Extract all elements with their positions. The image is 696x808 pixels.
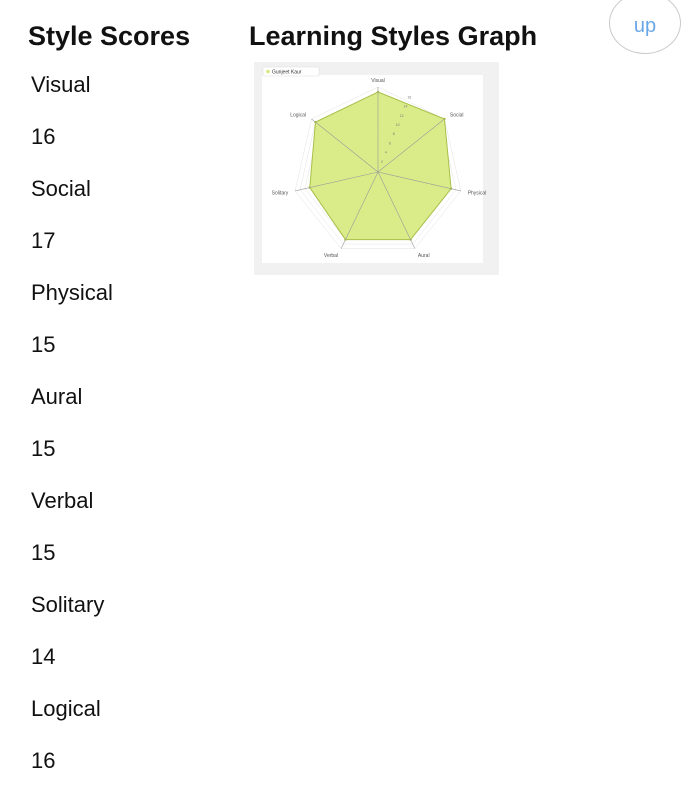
radial-tick-label: 12 [400, 114, 404, 118]
score-value-physical: 15 [31, 332, 56, 357]
legend-swatch [266, 69, 270, 74]
learning-styles-graph-panel: Learning Styles Graph [249, 20, 537, 52]
radial-tick-label: 6 [389, 141, 391, 145]
category-label: Physical [468, 190, 487, 196]
radar-chart: 2 4 6 8 10 12 14 16 Visual Social Physical Aural Ve… [262, 66, 487, 263]
radial-tick-label: 4 [385, 151, 387, 155]
score-value-verbal: 15 [31, 540, 56, 565]
score-value-visual: 16 [31, 124, 56, 149]
score-label-solitary: Solitary [31, 592, 105, 617]
style-scores-heading: Style Scores [28, 21, 191, 51]
score-value-social: 17 [31, 228, 56, 253]
category-label: Verbal [324, 253, 338, 259]
up-button[interactable]: up [609, 0, 681, 54]
category-label: Visual [371, 78, 385, 84]
style-scores-panel: Style Scores Visual 16 Social 17 Physica… [28, 20, 228, 798]
category-label: Social [450, 113, 464, 119]
radial-tick-label: 16 [407, 95, 411, 99]
score-item: Solitary 14 [28, 590, 228, 694]
score-label-aural: Aural [31, 384, 83, 409]
learning-styles-graph-heading: Learning Styles Graph [249, 21, 538, 51]
score-value-aural: 15 [31, 436, 56, 461]
score-item: Logical 16 [28, 694, 228, 798]
score-label-physical: Physical [31, 280, 113, 305]
score-value-solitary: 14 [31, 644, 56, 669]
score-item: Aural 15 [28, 382, 228, 486]
category-label: Logical [290, 113, 306, 119]
score-item: Verbal 15 [28, 486, 228, 590]
score-item: Physical 15 [28, 278, 228, 382]
score-label-logical: Logical [31, 696, 101, 721]
radial-tick-label: 10 [396, 123, 400, 127]
radial-tick-label: 14 [404, 105, 408, 109]
category-label: Aural [418, 253, 430, 259]
score-label-visual: Visual [31, 72, 91, 97]
score-label-verbal: Verbal [31, 488, 94, 513]
score-list: Visual 16 Social 17 Physical 15 Aural 15… [28, 70, 228, 798]
score-label-social: Social [31, 176, 91, 201]
radar-chart-frame: 2 4 6 8 10 12 14 16 Visual Social Physical Aural Ve… [254, 62, 499, 275]
category-label: Solitary [272, 190, 289, 196]
radial-tick-label: 2 [381, 160, 383, 164]
score-value-logical: 16 [31, 748, 56, 773]
score-item: Social 17 [28, 174, 228, 278]
score-item: Visual 16 [28, 70, 228, 174]
legend-label: Gunjeet Kaur [272, 70, 302, 76]
radial-tick-label: 8 [393, 132, 395, 136]
